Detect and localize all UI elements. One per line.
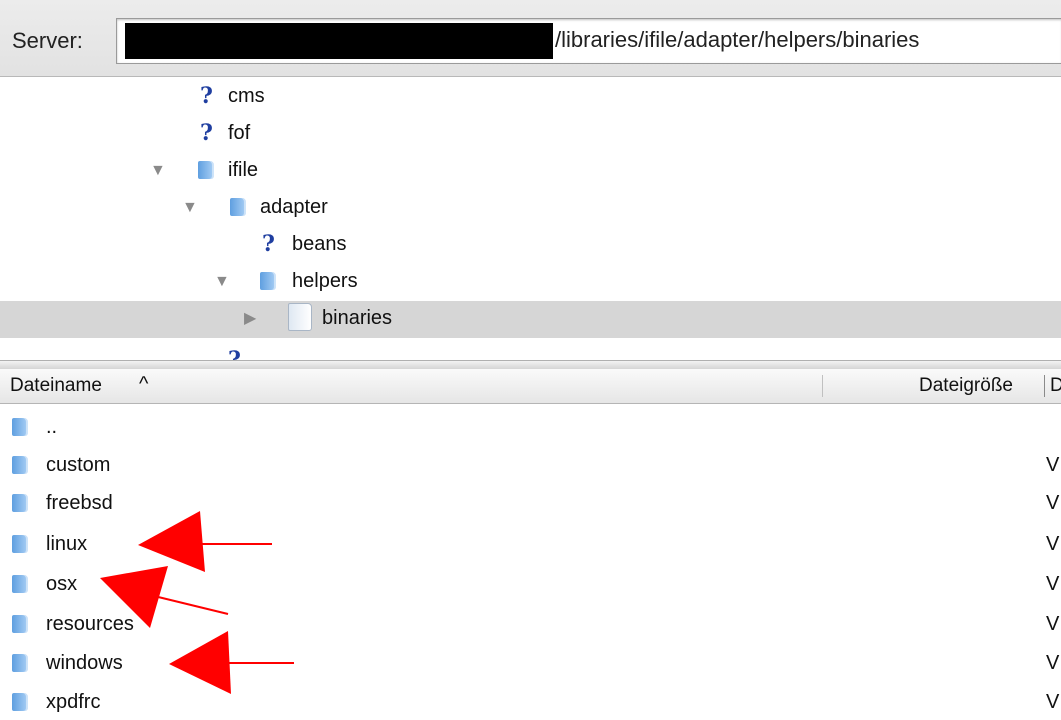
column-header-filesize[interactable]: Dateigröße (919, 375, 1013, 397)
server-path-text: /libraries/ifile/adapter/helpers/binarie… (555, 27, 920, 52)
column-header-filename[interactable]: Dateiname (10, 375, 102, 397)
disclosure-expanded-icon[interactable]: ▼ (182, 200, 198, 216)
tree-item-cms[interactable]: ? cms (0, 79, 1061, 116)
column-separator[interactable] (1044, 375, 1045, 397)
tree-item-adapter[interactable]: ▼ adapter (0, 190, 1061, 227)
column-separator[interactable] (822, 375, 823, 397)
question-icon: ? (228, 347, 241, 360)
folder-icon (260, 272, 276, 290)
tree-item-partial: ? (0, 345, 1061, 360)
server-label: Server: (12, 28, 83, 53)
file-name: linux (46, 533, 88, 555)
remote-directory-tree: ? cms ? fof ▼ ifile ▼ adapter ? beans ▼ … (0, 77, 1061, 360)
tree-item-helpers[interactable]: ▼ helpers (0, 264, 1061, 301)
server-path-input[interactable]: /libraries/ifile/adapter/helpers/binarie… (116, 18, 1061, 64)
folder-icon (198, 161, 214, 179)
folder-icon (12, 575, 28, 593)
tree-item-ifile[interactable]: ▼ ifile (0, 153, 1061, 190)
file-type: V (1046, 613, 1060, 635)
folder-icon (230, 198, 246, 216)
folder-icon (12, 535, 28, 553)
file-name: osx (46, 573, 78, 595)
tree-item-label: binaries (322, 307, 393, 329)
tree-item-label: helpers (292, 270, 358, 292)
disclosure-expanded-icon[interactable]: ▼ (214, 274, 230, 290)
file-name: .. (46, 416, 58, 438)
file-row-freebsd[interactable]: freebsd V (0, 484, 1061, 522)
redacted-hostname (125, 23, 553, 59)
folder-icon (12, 654, 28, 672)
disclosure-expanded-icon[interactable]: ▼ (150, 163, 166, 179)
file-name: windows (46, 652, 123, 674)
file-row-parent[interactable]: .. (0, 408, 1061, 446)
file-type: V (1046, 454, 1060, 476)
file-list-header: Dateiname ^ Dateigröße D (0, 369, 1061, 404)
file-type: V (1046, 492, 1060, 514)
file-type: V (1046, 573, 1060, 595)
file-name: resources (46, 613, 134, 635)
file-row-linux[interactable]: linux V (0, 525, 1061, 563)
tree-item-label: beans (292, 233, 347, 255)
file-row-custom[interactable]: custom V (0, 446, 1061, 484)
file-name: xpdfrc (46, 691, 101, 713)
file-type: V (1046, 652, 1060, 674)
question-icon: ? (200, 120, 213, 146)
folder-icon (12, 693, 28, 711)
question-icon: ? (262, 231, 275, 257)
folder-icon (12, 418, 28, 436)
file-type: V (1046, 691, 1060, 713)
file-row-resources[interactable]: resources V (0, 605, 1061, 643)
tree-item-label: cms (228, 85, 265, 107)
question-icon: ? (200, 83, 213, 109)
tree-item-beans[interactable]: ? beans (0, 227, 1061, 264)
file-list: .. custom V freebsd V linux V osx V reso… (0, 404, 1061, 720)
file-type: V (1046, 533, 1060, 555)
tree-item-fof[interactable]: ? fof (0, 116, 1061, 153)
tree-item-binaries[interactable]: ▶ binaries (0, 301, 1061, 338)
server-bar: Server: /libraries/ifile/adapter/helpers… (0, 0, 1061, 77)
folder-icon (288, 303, 312, 331)
column-header-next[interactable]: D (1050, 375, 1061, 397)
tree-item-label: fof (228, 122, 251, 144)
folder-icon (12, 494, 28, 512)
file-name: custom (46, 454, 111, 476)
folder-icon (12, 456, 28, 474)
file-row-xpdfrc[interactable]: xpdfrc V (0, 683, 1061, 720)
folder-icon (12, 615, 28, 633)
disclosure-collapsed-icon[interactable]: ▶ (244, 311, 256, 327)
tree-item-label: ifile (228, 159, 259, 181)
file-row-osx[interactable]: osx V (0, 565, 1061, 603)
tree-item-label: adapter (260, 196, 328, 218)
file-name: freebsd (46, 492, 113, 514)
file-row-windows[interactable]: windows V (0, 644, 1061, 682)
chevron-up-icon: ^ (139, 373, 149, 395)
